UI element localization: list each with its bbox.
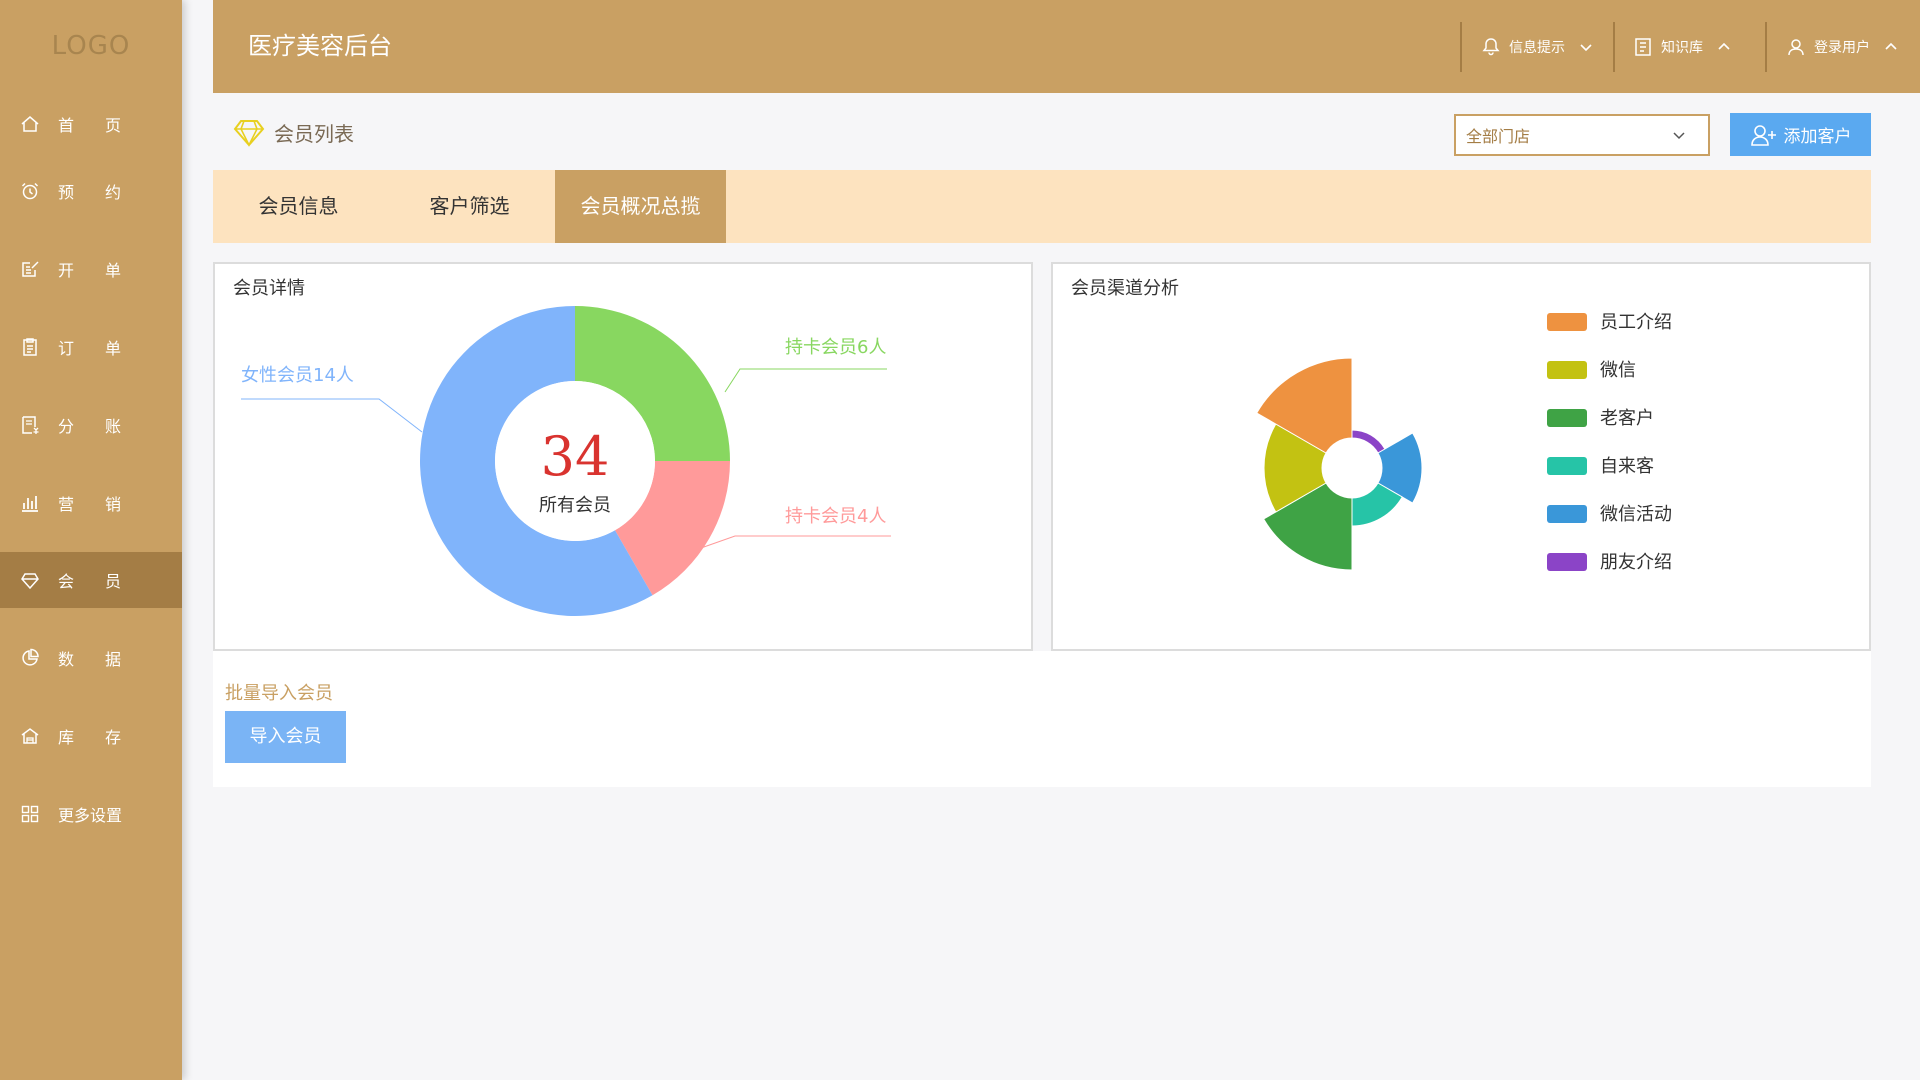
tab-2[interactable]: 会员概况总揽	[555, 170, 726, 243]
bell-icon	[1482, 38, 1500, 56]
channel-rose-chart: 员工介绍微信老客户自来客微信活动朋友介绍	[1256, 312, 1672, 573]
sidebar-item-7[interactable]: 数据	[0, 630, 182, 686]
sidebar-item-3[interactable]: 订单	[0, 319, 182, 375]
legend-label[interactable]: 自来客	[1600, 456, 1654, 477]
chevron-up-icon	[1718, 42, 1730, 50]
sidebar-item-5[interactable]: 营销	[0, 475, 182, 531]
logo: LOGO	[51, 31, 131, 61]
sidebar-item-1[interactable]: 预约	[0, 163, 182, 219]
sidebar-item-9[interactable]: 更多设置	[0, 786, 182, 842]
legend-label[interactable]: 微信活动	[1600, 504, 1672, 525]
sidebar-item-6[interactable]: 会员	[0, 552, 182, 608]
top-header: 医疗美容后台 信息提示 知识库 登录用户	[213, 0, 1920, 93]
add-customer-label: 添加客户	[1783, 127, 1852, 147]
notifications-menu[interactable]: 信息提示	[1481, 22, 1593, 72]
grid-icon	[20, 804, 40, 824]
sidebar-item-label: 预约	[58, 183, 153, 202]
total-members-value: 34	[541, 425, 610, 488]
tab-0[interactable]: 会员信息	[213, 170, 384, 243]
tab-1[interactable]: 客户筛选	[384, 170, 555, 243]
store-select[interactable]: 全部门店	[1454, 114, 1710, 156]
callout-line	[241, 398, 423, 433]
sidebar-item-label: 订单	[58, 339, 153, 358]
book-icon	[1635, 38, 1651, 56]
chevron-up-icon	[1885, 42, 1897, 50]
callout-line	[724, 368, 887, 393]
sidebar-item-0[interactable]: 首页	[0, 96, 182, 152]
legend-swatch	[1547, 553, 1587, 571]
user-menu[interactable]: 登录用户	[1786, 22, 1898, 72]
slice-label: 持卡会员6人	[785, 337, 886, 358]
sidebar-item-label: 会员	[58, 572, 153, 591]
chevron-down-icon	[1673, 132, 1685, 140]
import-section: 批量导入会员 导入会员	[213, 651, 1871, 787]
legend-swatch	[1547, 409, 1587, 427]
header-divider	[1460, 22, 1462, 72]
knowledge-base-menu[interactable]: 知识库	[1633, 22, 1731, 72]
member-detail-panel: 会员详情 持卡会员6人 持卡会员4人 女性会员14人 34 所有会员	[213, 262, 1033, 651]
add-customer-button[interactable]: 添加客户	[1730, 113, 1871, 156]
import-members-button[interactable]: 导入会员	[225, 711, 346, 763]
notifications-label: 信息提示	[1509, 40, 1565, 56]
sidebar-item-label: 开单	[58, 261, 153, 280]
user-icon	[1788, 39, 1804, 56]
page-title: 会员列表	[274, 121, 354, 146]
slice-label: 女性会员14人	[241, 365, 354, 386]
member-donut-chart: 持卡会员6人持卡会员4人 女性会员14人 34 所有会员	[241, 306, 891, 616]
sidebar-item-2[interactable]: 开单	[0, 241, 182, 297]
clipboard-icon	[20, 337, 40, 357]
pie-chart-icon	[20, 648, 40, 668]
legend-swatch	[1547, 457, 1587, 475]
sidebar-item-label: 营销	[58, 495, 153, 514]
add-user-icon	[1750, 124, 1776, 146]
legend-swatch	[1547, 505, 1587, 523]
warehouse-icon	[20, 726, 40, 746]
slice-label: 持卡会员4人	[785, 506, 886, 527]
diamond-icon	[233, 120, 265, 147]
legend-swatch	[1547, 313, 1587, 331]
sidebar-item-8[interactable]: 库存	[0, 708, 182, 764]
header-divider	[1765, 22, 1767, 72]
page-title-bar: 会员列表	[232, 112, 354, 152]
home-icon	[20, 114, 40, 134]
header-divider	[1613, 22, 1615, 72]
sidebar-item-label: 分账	[58, 417, 153, 436]
sidebar: LOGO 首页预约开单订单分账营销会员数据库存更多设置	[0, 0, 182, 1080]
legend-label[interactable]: 朋友介绍	[1600, 552, 1672, 573]
sidebar-item-label: 数据	[58, 650, 153, 669]
sidebar-item-label: 库存	[58, 728, 153, 747]
tab-bar: 会员信息 客户筛选 会员概况总揽	[213, 170, 1871, 243]
total-members-label: 所有会员	[539, 495, 611, 516]
sidebar-item-label: 首页	[58, 116, 153, 135]
bar-chart-icon	[20, 493, 40, 513]
diamond-icon	[20, 570, 40, 590]
app-title: 医疗美容后台	[248, 32, 392, 60]
knowledge-base-label: 知识库	[1661, 40, 1703, 56]
legend-label[interactable]: 微信	[1600, 360, 1636, 381]
legend-swatch	[1547, 361, 1587, 379]
rose-slice[interactable]	[1351, 429, 1386, 454]
chevron-down-icon	[1580, 44, 1592, 52]
import-label: 批量导入会员	[225, 683, 333, 704]
sidebar-item-label: 更多设置	[58, 806, 123, 825]
store-select-value: 全部门店	[1466, 127, 1531, 146]
edit-doc-icon	[20, 259, 40, 279]
alarm-clock-icon	[20, 181, 40, 201]
channel-analysis-panel: 会员渠道分析 员工介绍 微信 老客户 自来客 微信活动 朋友介绍	[1051, 262, 1871, 651]
callout-line	[700, 535, 891, 549]
sidebar-item-4[interactable]: 分账	[0, 397, 182, 453]
user-label: 登录用户	[1814, 40, 1870, 56]
legend-label[interactable]: 员工介绍	[1600, 312, 1672, 333]
bill-icon	[20, 415, 40, 435]
legend-label[interactable]: 老客户	[1600, 408, 1654, 429]
